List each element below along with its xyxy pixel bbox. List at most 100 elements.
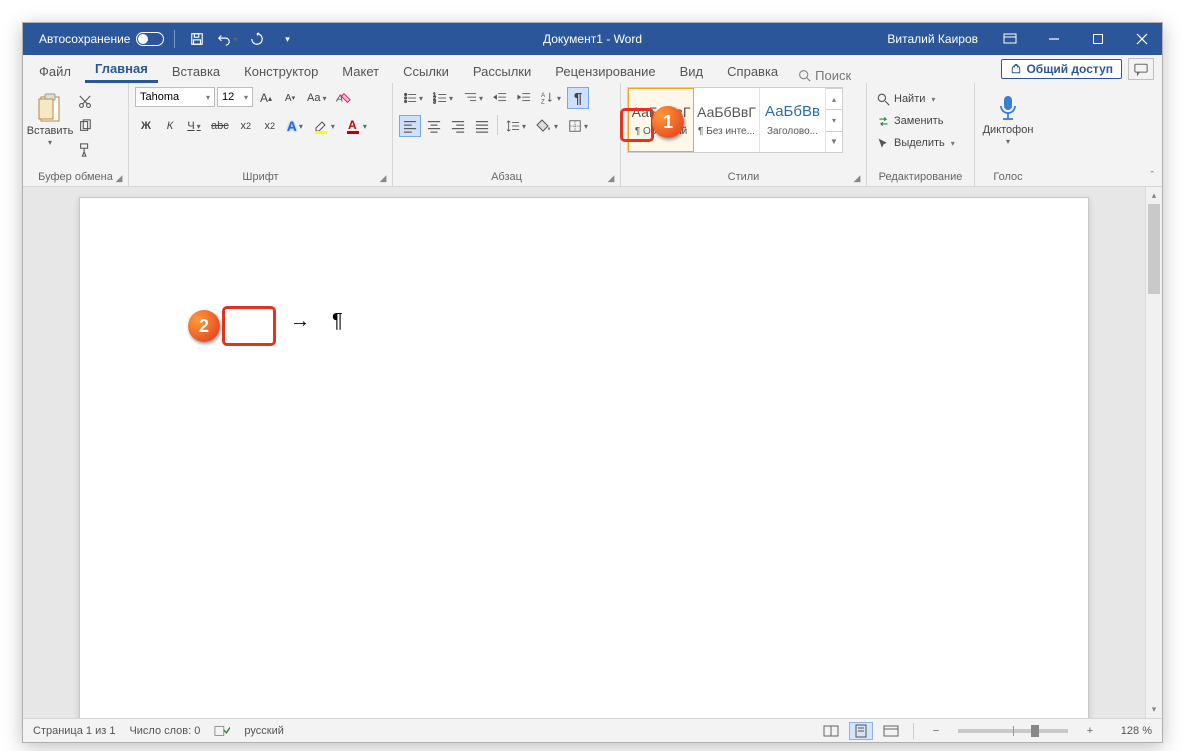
shading-icon[interactable] (532, 115, 562, 137)
font-group-label: Шрифт (242, 171, 278, 183)
ribbon-display-icon[interactable] (990, 23, 1030, 55)
comments-button[interactable] (1128, 58, 1154, 80)
numbering-icon[interactable]: 123 (429, 87, 457, 109)
cut-icon[interactable] (74, 91, 96, 113)
ribbon-tabs: Файл Главная Вставка Конструктор Макет С… (23, 55, 1162, 83)
undo-icon[interactable] (215, 27, 239, 51)
style-no-spacing[interactable]: АаБбВвГ ¶ Без инте... (694, 88, 760, 152)
align-center-icon[interactable] (423, 115, 445, 137)
borders-icon[interactable] (564, 115, 592, 137)
subscript-icon[interactable]: x2 (235, 115, 257, 137)
clear-formatting-icon[interactable]: A (332, 87, 356, 109)
tab-layout[interactable]: Макет (332, 59, 389, 83)
font-size-combo[interactable]: 12▾ (217, 87, 253, 107)
tab-design[interactable]: Конструктор (234, 59, 328, 83)
text-effects-icon[interactable]: A (283, 115, 307, 137)
zoom-level[interactable]: 128 % (1108, 725, 1152, 737)
font-launcher-icon[interactable]: ◢ (378, 173, 388, 183)
show-hide-pilcrow-button[interactable]: ¶ (567, 87, 589, 109)
tab-file[interactable]: Файл (29, 59, 81, 83)
bold-button[interactable]: Ж (135, 115, 157, 137)
collapse-ribbon-icon[interactable]: ˆ (1142, 83, 1162, 186)
document-page[interactable]: → ¶ (79, 197, 1089, 718)
tab-view[interactable]: Вид (670, 59, 714, 83)
align-left-icon[interactable] (399, 115, 421, 137)
scroll-thumb[interactable] (1148, 204, 1160, 294)
group-font: Tahoma▾ 12▾ A▴ A▾ Aa A Ж К Ч abc x2 x2 A (129, 83, 393, 186)
tab-home[interactable]: Главная (85, 56, 158, 83)
sort-icon[interactable]: AZ (537, 87, 565, 109)
replace-button[interactable]: Заменить (873, 111, 947, 131)
web-layout-icon[interactable] (879, 722, 903, 740)
print-layout-icon[interactable] (849, 722, 873, 740)
format-painter-icon[interactable] (74, 139, 96, 161)
word-count[interactable]: Число слов: 0 (129, 725, 200, 737)
bullets-icon[interactable] (399, 87, 427, 109)
line-spacing-icon[interactable] (502, 115, 530, 137)
underline-button[interactable]: Ч (183, 115, 205, 137)
shrink-font-icon[interactable]: A▾ (279, 87, 301, 109)
styles-scroll[interactable]: ▴▾▼ (826, 88, 842, 152)
tab-mailings[interactable]: Рассылки (463, 59, 541, 83)
font-color-icon[interactable]: A (341, 115, 371, 137)
scroll-down-icon[interactable]: ▾ (1146, 701, 1162, 718)
vertical-scrollbar[interactable]: ▴ ▾ (1145, 187, 1162, 718)
callout-highlight-1 (620, 108, 654, 142)
zoom-out-button[interactable]: − (924, 722, 948, 740)
style-nospacing-label: ¶ Без инте... (698, 126, 755, 137)
status-bar: Страница 1 из 1 Число слов: 0 русский − … (23, 718, 1162, 742)
grow-font-icon[interactable]: A▴ (255, 87, 277, 109)
tab-insert[interactable]: Вставка (162, 59, 230, 83)
user-name[interactable]: Виталий Каиров (879, 32, 986, 46)
increase-indent-icon[interactable] (513, 87, 535, 109)
decrease-indent-icon[interactable] (489, 87, 511, 109)
scroll-up-icon[interactable]: ▴ (1146, 187, 1162, 204)
dictation-label: Диктофон (983, 124, 1034, 136)
page-status[interactable]: Страница 1 из 1 (33, 725, 115, 737)
voice-group-label: Голос (993, 171, 1022, 183)
style-heading1[interactable]: АаБбВв Заголово... (760, 88, 826, 152)
change-case-icon[interactable]: Aa (303, 87, 330, 109)
callout-badge-2: 2 (188, 310, 220, 342)
svg-text:A: A (348, 118, 357, 132)
minimize-icon[interactable] (1034, 23, 1074, 55)
tab-review[interactable]: Рецензирование (545, 59, 665, 83)
paste-button[interactable]: Вставить ▾ (29, 87, 71, 153)
document-area: → ¶ ▴ ▾ (23, 187, 1162, 718)
zoom-in-button[interactable]: + (1078, 722, 1102, 740)
autosave-toggle[interactable]: Автосохранение (39, 32, 164, 46)
close-icon[interactable] (1122, 23, 1162, 55)
spellcheck-icon[interactable] (214, 724, 230, 738)
font-name-combo[interactable]: Tahoma▾ (135, 87, 215, 107)
tab-references[interactable]: Ссылки (393, 59, 459, 83)
align-right-icon[interactable] (447, 115, 469, 137)
dictation-button[interactable]: Диктофон ▾ (981, 87, 1035, 153)
toggle-off-icon (136, 32, 164, 46)
multilevel-list-icon[interactable] (459, 87, 487, 109)
read-mode-icon[interactable] (819, 722, 843, 740)
maximize-icon[interactable] (1078, 23, 1118, 55)
zoom-slider[interactable] (958, 729, 1068, 733)
clipboard-launcher-icon[interactable]: ◢ (114, 173, 124, 183)
find-button[interactable]: Найти▾ (873, 89, 939, 109)
superscript-icon[interactable]: x2 (259, 115, 281, 137)
svg-text:Z: Z (541, 98, 545, 105)
justify-icon[interactable] (471, 115, 493, 137)
styles-launcher-icon[interactable]: ◢ (852, 173, 862, 183)
redo-icon[interactable] (245, 27, 269, 51)
paragraph-launcher-icon[interactable]: ◢ (606, 173, 616, 183)
strikethrough-button[interactable]: abc (207, 115, 233, 137)
share-button[interactable]: Общий доступ (1001, 59, 1122, 79)
select-button[interactable]: Выделить▾ (873, 133, 959, 153)
callout-highlight-2 (222, 306, 276, 346)
qat-customize-icon[interactable]: ▾ (275, 27, 299, 51)
select-label: Выделить (894, 137, 945, 149)
tab-help[interactable]: Справка (717, 59, 788, 83)
save-icon[interactable] (185, 27, 209, 51)
italic-button[interactable]: К (159, 115, 181, 137)
tell-me-search[interactable]: Поиск (798, 68, 851, 83)
tab-arrow-mark: → (290, 310, 310, 333)
language-status[interactable]: русский (244, 725, 283, 737)
highlight-color-icon[interactable] (309, 115, 339, 137)
copy-icon[interactable] (74, 115, 96, 137)
